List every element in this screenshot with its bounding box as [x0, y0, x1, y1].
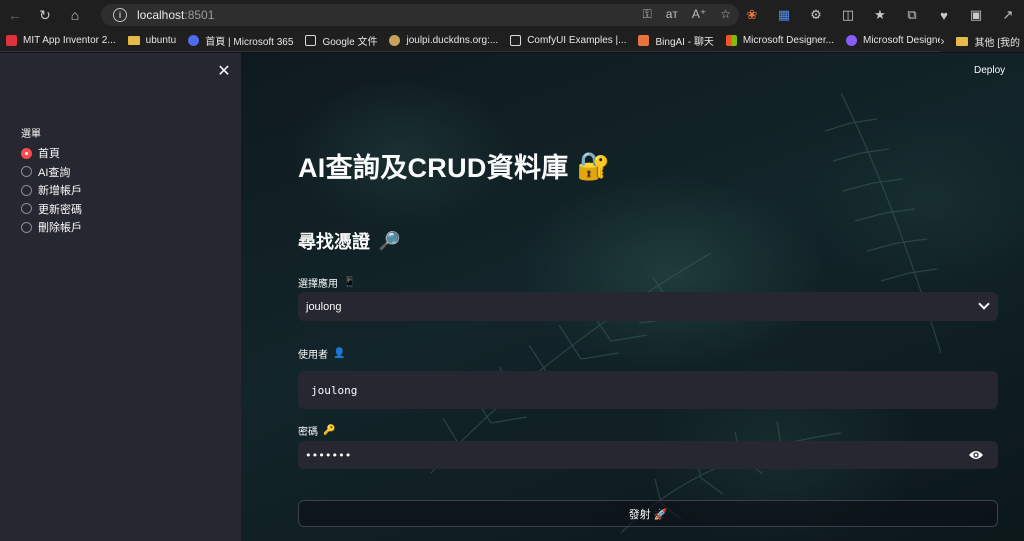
app-select[interactable]: joulong: [298, 292, 998, 321]
bookmark-label: ComfyUI Examples |...: [527, 35, 627, 46]
key-icon: 🔑: [323, 425, 336, 436]
bookmark-label: 首頁 | Microsoft 365: [205, 37, 294, 48]
page-title: AI查詢及CRUD資料庫 🔐: [298, 146, 611, 185]
bookmark-item[interactable]: joulpi.duckdns.org:...: [383, 30, 504, 52]
password-value: •••••••: [305, 448, 352, 462]
health-icon[interactable]: ♥: [928, 8, 960, 23]
bookmark-label: ubuntu: [145, 35, 177, 46]
sidebar: ✕ 選單 首頁 AI查詢 新增帳戶 更新密碼 刪除帳戶: [0, 53, 241, 541]
magnifier-icon: 🔎: [378, 230, 401, 251]
document-icon: [510, 35, 522, 46]
menu-title: 選單: [21, 129, 41, 140]
submit-button[interactable]: 發射 🚀: [298, 500, 998, 527]
app-select-label-text: 選擇應用: [298, 279, 338, 290]
bookmark-item[interactable]: Microsoft Designer...: [720, 30, 840, 52]
collections-icon[interactable]: ⧉: [896, 7, 928, 23]
radio-label: 首頁: [38, 148, 60, 161]
browser-toolbar: ← ↻ ⌂ i localhost:8501 ⚿ aт A⁺ ☆ ❀ ▦ ⚙ ◫…: [0, 0, 1024, 30]
radio-label: AI查詢: [38, 166, 71, 179]
folder-icon: [127, 36, 140, 45]
user-field-label-text: 使用者: [298, 350, 328, 361]
folder-icon: [956, 36, 969, 46]
microsoft-logo-icon: [725, 35, 737, 46]
other-bookmarks-label: 其他 [我的: [974, 37, 1020, 49]
bookmark-label: BingAI - 聊天: [655, 37, 714, 48]
chevron-right-icon[interactable]: ›: [940, 34, 944, 48]
designer-icon: [846, 35, 857, 46]
bookmark-folder[interactable]: ubuntu: [122, 30, 183, 52]
microsoft-365-icon: [188, 35, 200, 46]
user-field-label: 使用者 👤: [298, 346, 345, 361]
reload-icon[interactable]: ↻: [30, 0, 60, 30]
other-bookmarks[interactable]: › 其他 [我的: [940, 30, 1024, 52]
favorite-star-icon[interactable]: ☆: [720, 7, 731, 22]
bing-icon: [638, 35, 650, 46]
home-icon[interactable]: ⌂: [60, 0, 90, 30]
screenshot-icon[interactable]: ▣: [960, 7, 992, 23]
eye-icon[interactable]: [968, 449, 984, 461]
radio-icon[interactable]: [21, 166, 32, 178]
user-silhouette-icon: 👤: [333, 348, 346, 359]
url-host: localhost: [137, 8, 185, 22]
password-input[interactable]: •••••••: [298, 441, 998, 469]
share-icon[interactable]: ↗: [992, 7, 1024, 23]
duckdns-icon: [389, 35, 401, 46]
password-field-label-text: 密碼: [298, 427, 318, 438]
translate-icon[interactable]: aт: [666, 7, 678, 22]
favorites-icon[interactable]: ★: [864, 7, 896, 23]
bookmarks-bar: MIT App Inventor 2... ubuntu 首頁 | Micros…: [0, 30, 1024, 52]
url-port: :8501: [184, 8, 215, 22]
bookmark-label: Google 文件: [322, 37, 378, 48]
chevron-down-icon[interactable]: [978, 298, 990, 310]
document-icon: [305, 35, 317, 46]
bookmark-label: joulpi.duckdns.org:...: [406, 35, 499, 46]
bookmark-label: MIT App Inventor 2...: [23, 35, 116, 46]
radio-label: 刪除帳戶: [38, 222, 82, 235]
menu-radio-delete-account[interactable]: 刪除帳戶: [21, 218, 82, 237]
bookmark-label: Microsoft Designer...: [742, 35, 834, 46]
bookmark-item[interactable]: 首頁 | Microsoft 365: [182, 30, 299, 52]
menu-radio-home[interactable]: 首頁: [21, 144, 82, 163]
section-heading-text: 尋找憑證: [298, 232, 370, 252]
page-title-text: AI查詢及CRUD資料庫: [298, 153, 569, 183]
menu-radio-update-password[interactable]: 更新密碼: [21, 200, 82, 219]
address-bar[interactable]: i localhost:8501 ⚿ aт A⁺ ☆: [101, 4, 739, 26]
locked-with-key-icon: 🔐: [576, 150, 611, 181]
app-root: ✕ 選單 首頁 AI查詢 新增帳戶 更新密碼 刪除帳戶 Deploy AI查詢及…: [0, 53, 1024, 541]
app-select-value: joulong: [306, 300, 342, 313]
menu-radio-add-account[interactable]: 新增帳戶: [21, 181, 82, 200]
menu-radio-ai-query[interactable]: AI查詢: [21, 163, 82, 182]
extensions-icon[interactable]: ⚙: [800, 7, 832, 23]
back-icon[interactable]: ←: [0, 0, 30, 30]
radio-icon[interactable]: [21, 184, 32, 196]
menu-radio-group: 首頁 AI查詢 新增帳戶 更新密碼 刪除帳戶: [21, 144, 82, 237]
main-content: Deploy ⋮ AI查詢及CRUD資料庫🔐 尋找憑證 🔎 選擇應用 📱 joulo…: [241, 53, 1024, 541]
site-info-icon[interactable]: i: [113, 8, 127, 22]
section-heading: 尋找憑證 🔎: [298, 228, 400, 254]
split-screen-icon[interactable]: ◫: [832, 7, 864, 23]
bookmark-item[interactable]: BingAI - 聊天: [632, 30, 719, 52]
key-icon[interactable]: ⚿: [643, 7, 652, 22]
radio-selected-icon[interactable]: [21, 147, 32, 159]
bookmark-item[interactable]: Google 文件: [299, 30, 383, 52]
phone-icon: 📱: [343, 277, 356, 288]
bookmark-item[interactable]: ComfyUI Examples |...: [504, 30, 632, 52]
translator-extension-icon[interactable]: ▦: [768, 7, 800, 23]
read-aloud-icon[interactable]: A⁺: [692, 7, 706, 22]
close-icon[interactable]: ✕: [216, 64, 232, 80]
app-select-label: 選擇應用 📱: [298, 275, 355, 290]
password-field-label: 密碼 🔑: [298, 423, 335, 438]
username-value: joulong: [311, 383, 358, 397]
radio-icon[interactable]: [21, 221, 32, 233]
deploy-button[interactable]: Deploy: [974, 65, 1005, 76]
bookmark-item[interactable]: MIT App Inventor 2...: [0, 30, 122, 52]
main-menu-icon[interactable]: ⋮: [1019, 59, 1024, 71]
mit-app-inventor-icon: [6, 35, 17, 46]
radio-label: 新增帳戶: [38, 185, 82, 198]
extension-icon[interactable]: ❀: [736, 7, 768, 23]
radio-icon[interactable]: [21, 203, 32, 215]
username-input[interactable]: joulong: [298, 371, 998, 409]
url-text[interactable]: localhost:8501: [137, 8, 214, 22]
radio-label: 更新密碼: [38, 203, 82, 216]
